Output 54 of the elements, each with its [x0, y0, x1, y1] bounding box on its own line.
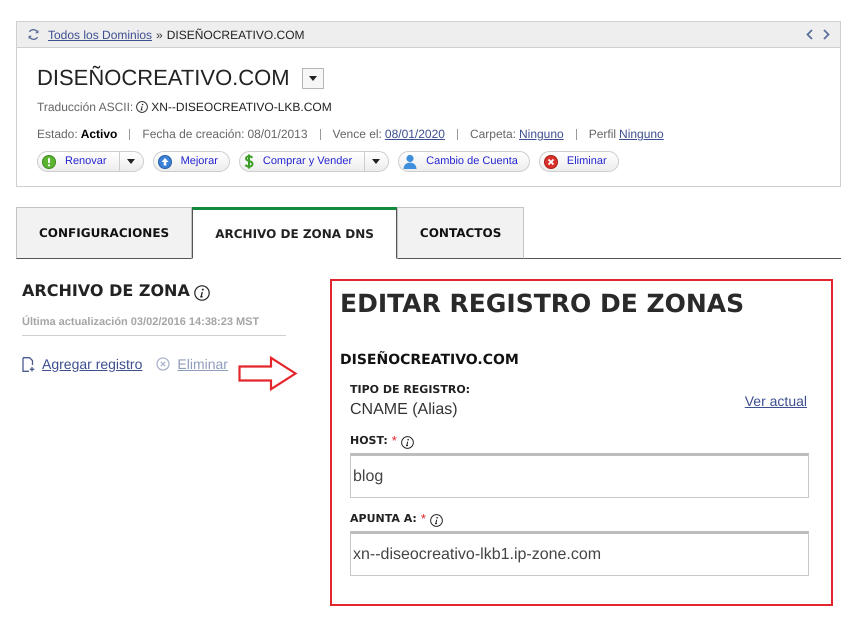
- close-circle-icon: [156, 357, 170, 371]
- editor-title: EDITAR REGISTRO DE ZONAS: [340, 288, 746, 320]
- dollar-icon: [244, 154, 254, 169]
- meta-label: Carpeta:: [470, 126, 516, 143]
- action-button[interactable]: Renovar: [37, 151, 144, 172]
- view-current-link[interactable]: Ver actual: [744, 391, 807, 412]
- ascii-label: Traducción ASCII:: [37, 99, 134, 116]
- status-value: Activo: [80, 126, 118, 143]
- chevron-right-icon[interactable]: [823, 29, 830, 40]
- action-button[interactable]: Mejorar: [152, 151, 230, 172]
- annotation-arrow: [238, 356, 298, 391]
- record-type-label: TIPO DE REGISTRO:: [350, 383, 470, 397]
- info-icon[interactable]: [430, 514, 443, 527]
- required-mark: *: [392, 434, 397, 448]
- meta-link[interactable]: Ninguno: [518, 125, 564, 143]
- document-plus-icon: [22, 356, 35, 372]
- breadcrumb-separator: »: [156, 26, 163, 44]
- user-icon: [403, 154, 418, 169]
- last-updated-text: Última actualización 03/02/2016 14:38:23 MST: [22, 314, 286, 336]
- zone-file-title: ARCHIVO DE ZONA: [22, 281, 190, 301]
- exclamation-icon: [42, 154, 56, 168]
- meta-label: Vence el:: [332, 126, 382, 143]
- meta-label: Fecha de creación:: [142, 126, 244, 143]
- meta-label: Perfil: [588, 126, 616, 143]
- info-icon[interactable]: [136, 101, 148, 113]
- action-button[interactable]: Comprar y Vender: [238, 151, 390, 172]
- info-icon[interactable]: [400, 436, 414, 449]
- close-icon: [544, 154, 558, 168]
- field-label: HOST:: [350, 434, 388, 448]
- action-button[interactable]: Eliminar: [538, 151, 619, 172]
- tab[interactable]: ARCHIVO DE ZONA DNS: [192, 207, 397, 259]
- breadcrumb-current: DISEÑOCREATIVO.COM: [166, 26, 305, 44]
- editor-domain: DISEÑOCREATIVO.COM: [340, 351, 520, 369]
- breadcrumb-link[interactable]: Todos los Dominios: [48, 26, 152, 44]
- caret-icon: [308, 76, 317, 80]
- meta-link[interactable]: 08/01/2020: [384, 125, 445, 143]
- field-label: APUNTA A:: [350, 512, 417, 526]
- tab[interactable]: CONTACTOS: [396, 207, 524, 259]
- chevron-left-icon[interactable]: [806, 29, 813, 40]
- info-icon[interactable]: [194, 285, 210, 301]
- meta-link[interactable]: Ninguno: [619, 125, 664, 143]
- required-mark: *: [420, 512, 426, 526]
- meta-label: Estado:: [37, 126, 78, 143]
- refresh-icon[interactable]: [27, 28, 40, 41]
- ascii-value: XN--DISEOCREATIVO-LKB.COM: [151, 99, 332, 116]
- add-record-link[interactable]: Agregar registro: [22, 354, 142, 374]
- text-input[interactable]: xn--diseocreativo-lkb1.ip-zone.com: [350, 531, 809, 576]
- domain-menu-button[interactable]: [302, 68, 324, 88]
- meta-value: 08/01/2013: [247, 126, 308, 143]
- action-button[interactable]: Cambio de Cuenta: [398, 151, 530, 172]
- domain-title: DISEÑOCREATIVO.COM: [37, 64, 290, 92]
- record-type-value: CNAME (Alias): [350, 400, 459, 420]
- tab[interactable]: CONFIGURACIONES: [16, 207, 192, 259]
- text-input[interactable]: blog: [350, 453, 809, 498]
